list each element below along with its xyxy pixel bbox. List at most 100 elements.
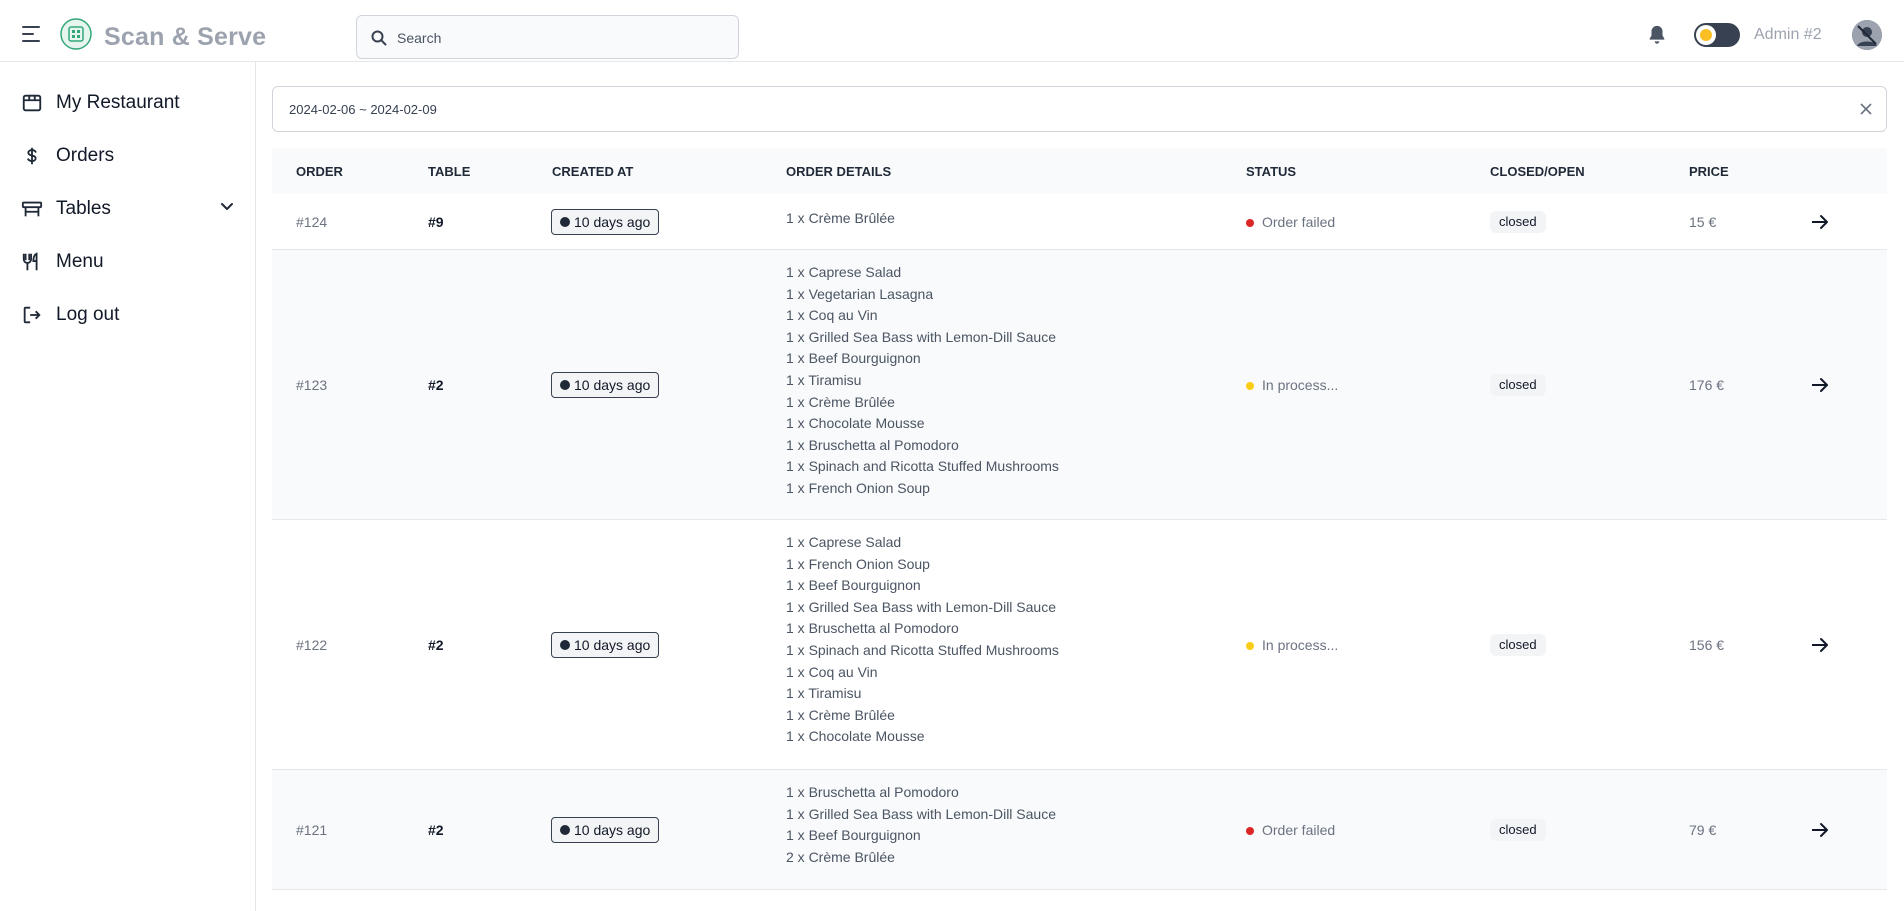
order-id: #123 bbox=[296, 377, 328, 393]
price: 15 € bbox=[1689, 214, 1717, 230]
table-row[interactable]: #124 #9 10 days ago 1 x Crème Brûlée Order f… bbox=[272, 194, 1887, 250]
status-dot bbox=[1246, 642, 1254, 650]
order-details: 1 x Crème Brûlée bbox=[786, 208, 895, 230]
created-at-text: 10 days ago bbox=[574, 214, 651, 230]
column-header-price: PRICE bbox=[1689, 164, 1729, 179]
sidebar-item-my-restaurant[interactable]: My Restaurant bbox=[0, 80, 255, 124]
order-detail-line: 1 x Beef Bourguignon bbox=[786, 827, 921, 844]
admin-label: Admin #2 bbox=[1754, 26, 1822, 43]
closed-badge: closed bbox=[1490, 374, 1546, 396]
date-range-value: 2024-02-06 ~ 2024-02-09 bbox=[289, 102, 437, 117]
order-detail-line: 1 x Grilled Sea Bass with Lemon-Dill Sau… bbox=[786, 805, 1057, 822]
clock-icon bbox=[560, 640, 570, 650]
arrow-right-icon[interactable] bbox=[1811, 822, 1829, 838]
table-number: #9 bbox=[428, 214, 444, 230]
top-header: Scan & Serve Admin #2 bbox=[0, 0, 1904, 62]
order-details: 1 x Caprese Salad 1 x French Onion Soup 1 … bbox=[786, 532, 1059, 748]
orders-table: ORDER TABLE CREATED AT ORDER DETAILS STA… bbox=[272, 148, 1887, 890]
search-icon bbox=[371, 30, 387, 46]
order-detail-line: 1 x Bruschetta al Pomodoro bbox=[786, 436, 959, 453]
order-detail-line: 1 x Spinach and Ricotta Stuffed Mushroom… bbox=[786, 458, 1059, 475]
table-number: #2 bbox=[428, 637, 444, 653]
table-number: #2 bbox=[428, 377, 444, 393]
order-details: 1 x Caprese Salad 1 x Vegetarian Lasagna 1… bbox=[786, 262, 1059, 500]
order-detail-line: 1 x Caprese Salad bbox=[786, 534, 902, 550]
order-detail-line: 1 x Bruschetta al Pomodoro bbox=[786, 784, 959, 800]
logo-icon bbox=[60, 18, 92, 50]
column-header-status: STATUS bbox=[1246, 164, 1297, 179]
clock-icon bbox=[560, 825, 570, 835]
chevron-down-icon[interactable] bbox=[220, 202, 234, 212]
menu-toggle-icon[interactable] bbox=[22, 26, 42, 42]
table-header: ORDER TABLE CREATED AT ORDER DETAILS STA… bbox=[272, 148, 1887, 194]
order-detail-line: 1 x Tiramisu bbox=[786, 685, 862, 702]
order-details: 1 x Bruschetta al Pomodoro 1 x Grilled Se… bbox=[786, 782, 1056, 868]
order-detail-line: 1 x Chocolate Mousse bbox=[786, 415, 925, 432]
status-label: In process... bbox=[1262, 377, 1339, 393]
column-header-created-at: CREATED AT bbox=[552, 164, 634, 179]
sidebar-item-label: Tables bbox=[56, 198, 111, 219]
theme-toggle[interactable] bbox=[1694, 23, 1740, 47]
table-row[interactable]: #122 #2 10 days ago 1 x Caprese Salad 1 x Fr… bbox=[272, 520, 1887, 770]
order-detail-line: 1 x Beef Bourguignon bbox=[786, 350, 921, 367]
price: 79 € bbox=[1689, 822, 1717, 838]
table-icon bbox=[21, 201, 43, 217]
order-id: #124 bbox=[296, 214, 328, 230]
created-at-badge: 10 days ago bbox=[551, 632, 660, 658]
order-detail-line: 1 x French Onion Soup bbox=[786, 479, 930, 496]
order-detail-line: 1 x Crème Brûlée bbox=[786, 706, 895, 723]
order-detail-line: 2 x Crème Brûlée bbox=[786, 848, 895, 865]
status-text: Order failed bbox=[1246, 214, 1335, 230]
table-row[interactable]: #121 #2 10 days ago 1 x Bruschetta al Pomod… bbox=[272, 770, 1887, 890]
order-id: #121 bbox=[296, 822, 328, 838]
status-label: Order failed bbox=[1262, 214, 1336, 230]
search-input[interactable] bbox=[397, 26, 727, 50]
sun-icon bbox=[1700, 29, 1712, 41]
avatar-icon bbox=[1852, 20, 1882, 50]
column-header-order-details: ORDER DETAILS bbox=[786, 164, 892, 179]
order-detail-line: 1 x Grilled Sea Bass with Lemon-Dill Sau… bbox=[786, 328, 1057, 345]
price: 156 € bbox=[1689, 637, 1725, 653]
order-detail-line: 1 x Spinach and Ricotta Stuffed Mushroom… bbox=[786, 641, 1059, 658]
order-id: #122 bbox=[296, 637, 328, 653]
close-icon[interactable] bbox=[1858, 101, 1874, 117]
order-detail-line: 1 x Crème Brûlée bbox=[786, 393, 895, 410]
order-detail-line: 1 x Coq au Vin bbox=[786, 307, 878, 324]
sidebar-item-log-out[interactable]: Log out bbox=[0, 292, 255, 336]
logout-icon bbox=[23, 306, 41, 324]
date-range-picker[interactable]: 2024-02-06 ~ 2024-02-09 bbox=[272, 86, 1887, 132]
dollar-icon bbox=[27, 147, 37, 165]
status-dot bbox=[1246, 382, 1254, 390]
arrow-right-icon[interactable] bbox=[1811, 214, 1829, 230]
column-header-closed-open: CLOSED/OPEN bbox=[1490, 164, 1585, 179]
status-text: Order failed bbox=[1246, 822, 1335, 838]
arrow-right-icon[interactable] bbox=[1811, 637, 1829, 653]
order-detail-line: 1 x Caprese Salad bbox=[786, 264, 902, 280]
order-detail-line: 1 x Coq au Vin bbox=[786, 663, 878, 680]
table-row[interactable]: #123 #2 10 days ago 1 x Caprese Salad 1 x Ve… bbox=[272, 250, 1887, 520]
arrow-right-icon[interactable] bbox=[1811, 377, 1829, 393]
created-at-badge: 10 days ago bbox=[551, 209, 660, 235]
clock-icon bbox=[560, 380, 570, 390]
column-header-table: TABLE bbox=[428, 164, 471, 179]
search-box[interactable] bbox=[356, 15, 739, 59]
utensils-icon bbox=[22, 252, 38, 271]
closed-badge: closed bbox=[1490, 634, 1546, 656]
status-text: In process... bbox=[1246, 637, 1338, 653]
closed-badge: closed bbox=[1490, 211, 1546, 233]
bell-icon[interactable] bbox=[1646, 24, 1668, 46]
store-icon bbox=[22, 94, 42, 112]
sidebar-item-tables[interactable]: Tables bbox=[0, 186, 255, 230]
sidebar-item-orders[interactable]: Orders bbox=[0, 133, 255, 177]
status-text: In process... bbox=[1246, 377, 1338, 393]
order-detail-line: 1 x Vegetarian Lasagna bbox=[786, 285, 934, 302]
table-body: #124 #9 10 days ago 1 x Crème Brûlée Order f… bbox=[272, 194, 1887, 890]
sidebar-item-label: My Restaurant bbox=[56, 92, 180, 113]
created-at-text: 10 days ago bbox=[574, 637, 651, 653]
created-at-text: 10 days ago bbox=[574, 822, 651, 838]
sidebar-item-menu[interactable]: Menu bbox=[0, 239, 255, 283]
price: 176 € bbox=[1689, 377, 1725, 393]
sidebar-item-label: Orders bbox=[56, 145, 115, 166]
status-dot bbox=[1246, 219, 1254, 227]
avatar[interactable] bbox=[1852, 20, 1882, 50]
